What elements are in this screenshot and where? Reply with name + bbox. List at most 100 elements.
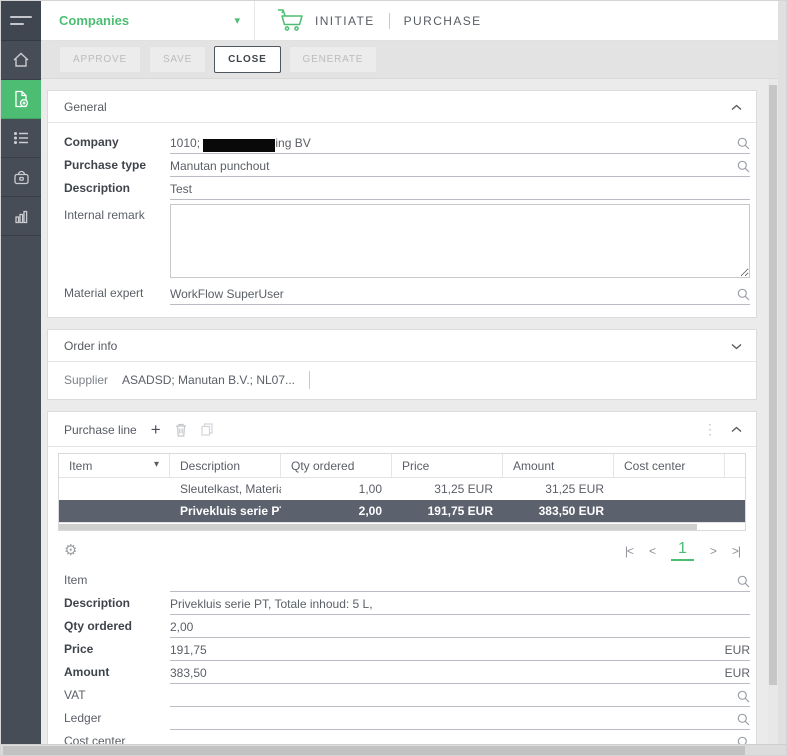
purchase-line-panel: Purchase line + ⋮ Item: [47, 411, 757, 744]
menu-toggle-button[interactable]: [1, 1, 41, 41]
window-right-edge: [778, 1, 786, 746]
amount-currency: EUR: [725, 666, 750, 680]
bar-chart-icon: [11, 206, 31, 226]
search-icon[interactable]: [737, 160, 750, 173]
sidebar-item-list[interactable]: [1, 119, 41, 158]
search-icon[interactable]: [737, 713, 750, 726]
price-field-row: Price 191,75 EUR: [64, 638, 750, 661]
cost-center-label: Cost center: [64, 734, 170, 744]
column-header-cost-center[interactable]: Cost center: [614, 454, 725, 477]
chevron-down-icon: ▾: [234, 14, 240, 27]
cost-center-input[interactable]: [170, 733, 750, 744]
module-dropdown-label: Companies: [59, 13, 129, 28]
grid-scrollbar-thumb[interactable]: [59, 524, 697, 530]
company-input[interactable]: 1010; ing BV: [170, 134, 750, 154]
current-page[interactable]: 1: [671, 540, 694, 561]
search-icon[interactable]: [737, 736, 750, 744]
collapse-chevron-up-icon[interactable]: [731, 426, 742, 433]
general-panel-title: General: [64, 100, 107, 114]
ledger-field-row: Ledger: [64, 707, 750, 730]
copy-line-button[interactable]: [201, 423, 213, 436]
ledger-label: Ledger: [64, 711, 170, 730]
collapse-chevron-up-icon[interactable]: [731, 104, 742, 111]
table-row[interactable]: Sleutelkast, Materiaal: Me 1,00 31,25 EU…: [59, 478, 745, 500]
search-icon[interactable]: [737, 137, 750, 150]
material-expert-input[interactable]: WorkFlow SuperUser: [170, 285, 750, 305]
company-label: Company: [64, 135, 170, 154]
last-page-button[interactable]: >|: [732, 544, 740, 558]
list-icon: [11, 128, 31, 148]
close-button[interactable]: CLOSE: [214, 46, 280, 73]
expand-chevron-down-icon[interactable]: [731, 343, 742, 350]
grid-settings-gear-icon[interactable]: ⚙: [64, 545, 77, 557]
approve-button[interactable]: APPROVE: [59, 46, 141, 73]
price-currency: EUR: [725, 643, 750, 657]
line-detail-form: Item Description Privekluis serie PT, To…: [48, 567, 756, 744]
column-header-description[interactable]: Description: [170, 454, 281, 477]
breadcrumb-purchase[interactable]: PURCHASE: [404, 14, 482, 28]
amount-input[interactable]: 383,50 EUR: [170, 664, 750, 684]
sidebar-item-new-purchase[interactable]: [1, 80, 41, 119]
module-dropdown[interactable]: Companies ▾: [41, 1, 255, 40]
column-header-qty-ordered[interactable]: Qty ordered: [281, 454, 392, 477]
column-header-item[interactable]: Item ▾: [59, 454, 170, 477]
search-icon[interactable]: [737, 288, 750, 301]
save-button[interactable]: SAVE: [149, 46, 206, 73]
grid-horizontal-scrollbar: [59, 522, 745, 530]
column-header-amount[interactable]: Amount: [503, 454, 614, 477]
sidebar-item-home[interactable]: [1, 41, 41, 80]
breadcrumb-initiate[interactable]: INITIATE: [315, 14, 375, 28]
supplier-value: ASADSD; Manutan B.V.; NL07...: [122, 373, 295, 387]
main-content: General Company 1010; ing BV: [41, 79, 768, 744]
delete-line-button[interactable]: [175, 423, 187, 437]
description-input[interactable]: Test: [170, 180, 750, 200]
line-description-input[interactable]: Privekluis serie PT, Totale inhoud: 5 L,: [170, 595, 750, 615]
ledger-input[interactable]: [170, 710, 750, 730]
purchase-type-label: Purchase type: [64, 158, 170, 177]
item-field-row: Item: [64, 569, 750, 592]
description-label: Description: [64, 181, 170, 200]
column-header-price[interactable]: Price: [392, 454, 503, 477]
description-field-row: Description Test: [64, 177, 750, 200]
qty-ordered-field-row: Qty ordered 2,00: [64, 615, 750, 638]
purchase-type-input[interactable]: Manutan punchout: [170, 157, 750, 177]
order-info-panel-header: Order info: [48, 330, 756, 362]
previous-page-button[interactable]: <: [649, 544, 655, 558]
redacted-text: [203, 139, 275, 152]
document-add-icon: [11, 89, 31, 109]
price-input[interactable]: 191,75 EUR: [170, 641, 750, 661]
material-expert-field-row: Material expert WorkFlow SuperUser: [64, 282, 750, 305]
order-info-panel-title: Order info: [64, 339, 117, 353]
first-page-button[interactable]: |<: [625, 544, 633, 558]
item-input[interactable]: [170, 572, 750, 592]
table-row-selected[interactable]: Privekluis serie PT, Totale 2,00 191,75 …: [59, 500, 745, 522]
sidebar-item-orders[interactable]: [1, 158, 41, 197]
vat-input[interactable]: [170, 687, 750, 707]
search-icon[interactable]: [737, 575, 750, 588]
grid-scroll-gutter: [725, 454, 745, 477]
supplier-label: Supplier: [64, 373, 108, 387]
sidebar-item-reports[interactable]: [1, 197, 41, 236]
next-page-button[interactable]: >: [710, 544, 716, 558]
purchase-line-panel-title: Purchase line: [64, 423, 137, 437]
qty-ordered-input[interactable]: 2,00: [170, 618, 750, 638]
cart-icon[interactable]: [275, 7, 305, 34]
qty-ordered-label: Qty ordered: [64, 619, 170, 638]
company-field-row: Company 1010; ing BV: [64, 131, 750, 154]
horizontal-scrollbar-thumb[interactable]: [3, 746, 745, 755]
general-panel-header: General: [48, 91, 756, 123]
line-description-label: Description: [64, 596, 170, 615]
generate-button[interactable]: GENERATE: [289, 46, 378, 73]
purchase-type-field-row: Purchase type Manutan punchout: [64, 154, 750, 177]
vertical-scrollbar-thumb[interactable]: [769, 85, 777, 685]
trash-icon: [175, 423, 187, 437]
internal-remark-textarea[interactable]: [170, 204, 750, 278]
app-window: Companies ▾ INITIATE PURCHASE APPROVE SA…: [0, 0, 787, 756]
add-line-button[interactable]: +: [151, 424, 161, 436]
filter-caret-icon[interactable]: ▾: [154, 459, 159, 470]
cost-center-field-row: Cost center: [64, 730, 750, 744]
search-icon[interactable]: [737, 690, 750, 703]
more-options-icon[interactable]: ⋮: [703, 421, 717, 438]
top-bar: Companies ▾ INITIATE PURCHASE: [41, 1, 778, 41]
hamburger-icon: [10, 16, 32, 18]
